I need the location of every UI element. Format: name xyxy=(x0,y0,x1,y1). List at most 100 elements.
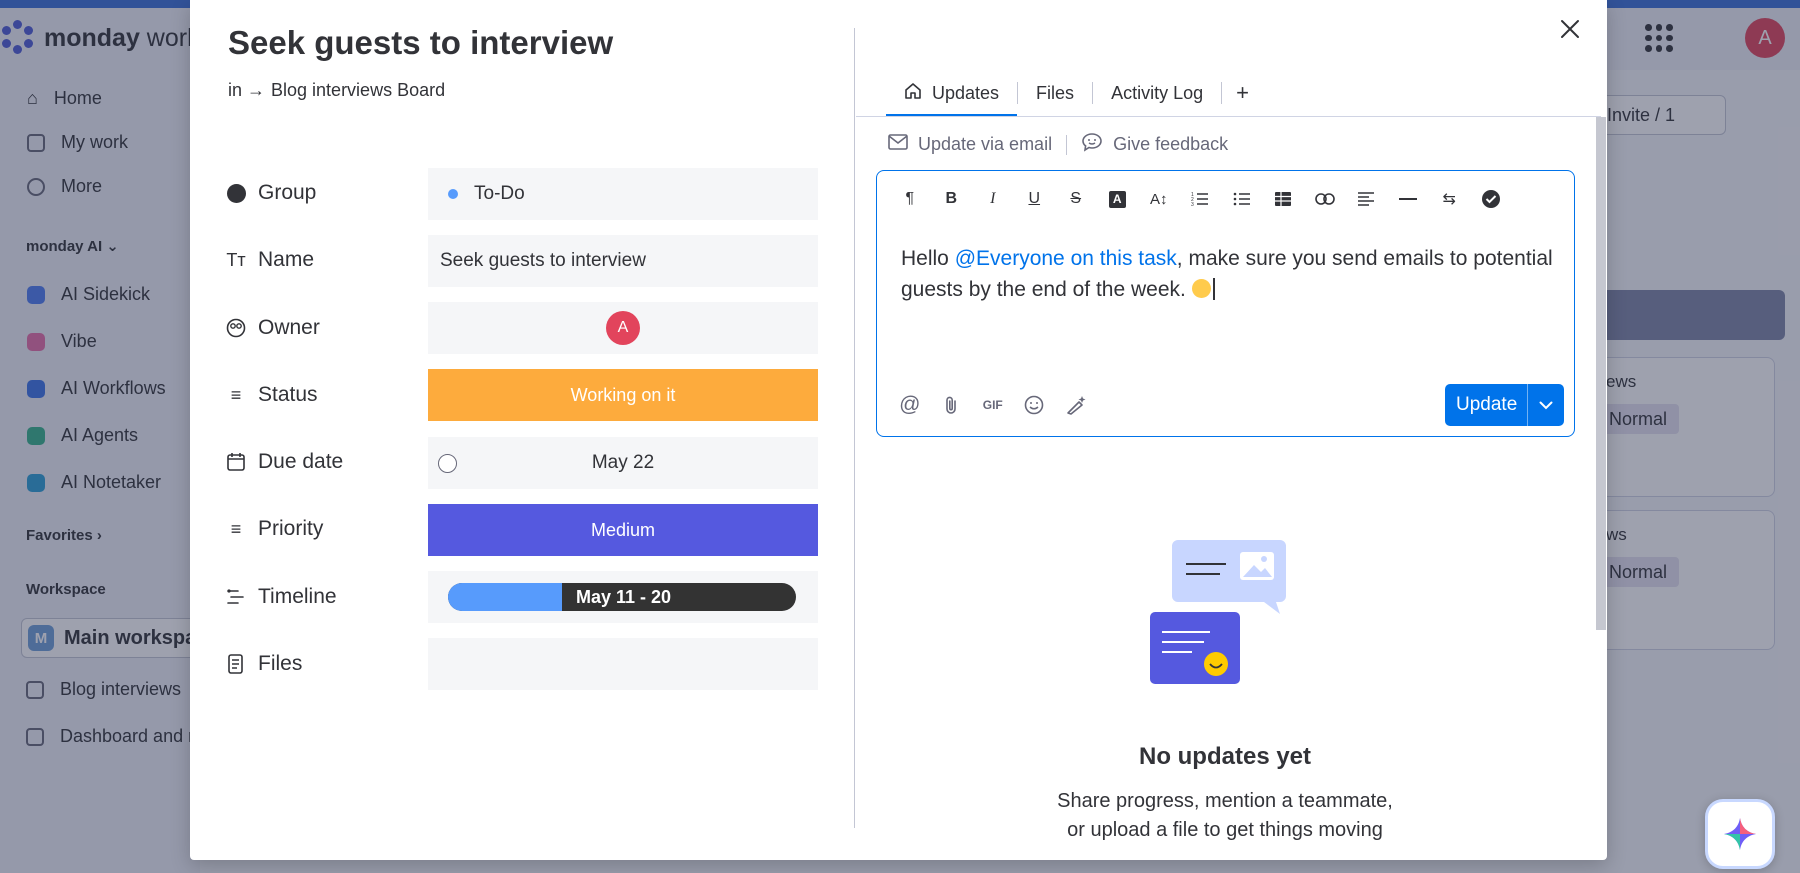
divider-icon[interactable] xyxy=(1387,185,1429,213)
tab-underline-border xyxy=(856,116,1601,117)
breadcrumb-prefix: in → xyxy=(228,80,266,100)
feedback-icon xyxy=(1081,132,1103,157)
ai-write-icon[interactable] xyxy=(1055,391,1097,419)
timeline-bar[interactable]: May 11 - 20 xyxy=(448,583,796,611)
field-label-group: Group xyxy=(226,181,316,205)
font-size-icon[interactable]: A↕ xyxy=(1138,185,1180,213)
mention-at-icon[interactable]: @ xyxy=(889,391,931,419)
mail-icon xyxy=(888,134,908,155)
add-tab-button[interactable]: + xyxy=(1222,70,1263,116)
align-icon[interactable] xyxy=(1346,185,1388,213)
empty-desc-line: or upload a file to get things moving xyxy=(1067,819,1383,841)
tab-label: Files xyxy=(1036,82,1075,103)
field-label-due-date: Due date xyxy=(226,450,343,474)
panel-scrollbar[interactable] xyxy=(1596,117,1606,630)
svg-text:3: 3 xyxy=(1191,202,1194,207)
editor-bottom-tools: @ GIF xyxy=(889,391,1097,419)
tab-label: Activity Log xyxy=(1111,82,1204,103)
text-icon: Tт xyxy=(226,249,246,270)
group-cell[interactable]: To-Do xyxy=(428,168,818,220)
empty-state-title: No updates yet xyxy=(1138,743,1312,770)
calendar-icon xyxy=(226,452,246,472)
name-cell[interactable]: Seek guests to interview xyxy=(428,235,818,287)
empty-state-icon xyxy=(1150,540,1286,684)
field-label-name: Tт Name xyxy=(226,248,315,271)
group-icon xyxy=(226,183,246,203)
editor-toolbar: ¶ B I U S A A↕ 123 ⇆ xyxy=(889,185,1512,213)
list-lines-icon: ≡ xyxy=(230,384,242,405)
file-icon xyxy=(226,654,246,674)
due-date-cell[interactable]: May 22 xyxy=(428,437,818,489)
text-color-icon[interactable]: A xyxy=(1097,185,1139,213)
close-button[interactable] xyxy=(1557,18,1583,44)
close-icon xyxy=(1561,20,1579,38)
text-direction-icon[interactable]: ⇆ xyxy=(1429,185,1471,213)
breadcrumb: in → Blog interviews Board xyxy=(228,80,445,101)
field-label-timeline: Timeline xyxy=(226,585,337,609)
editor-content[interactable]: Hello @Everyone on this task, make sure … xyxy=(901,243,1561,305)
tab-files[interactable]: Files xyxy=(1018,70,1092,116)
paragraph-icon[interactable]: ¶ xyxy=(889,185,931,213)
update-subactions: Update via email Give feedback xyxy=(888,132,1228,157)
group-value: To-Do xyxy=(474,183,525,204)
timeline-icon xyxy=(226,587,246,607)
files-cell[interactable] xyxy=(428,638,818,690)
panel-divider xyxy=(854,28,855,828)
table-icon[interactable] xyxy=(1263,185,1305,213)
strikethrough-icon[interactable]: S xyxy=(1055,185,1097,213)
field-label-priority: ≡ Priority xyxy=(226,517,324,541)
bullet-list-icon[interactable] xyxy=(1221,185,1263,213)
gif-icon[interactable]: GIF xyxy=(972,391,1014,419)
date-check-circle-icon[interactable] xyxy=(438,454,457,473)
field-label-files: Files xyxy=(226,652,302,676)
update-via-email-link[interactable]: Update via email xyxy=(888,134,1052,155)
owner-cell[interactable]: A xyxy=(428,302,818,354)
timeline-value: May 11 - 20 xyxy=(576,587,672,607)
attachment-icon[interactable] xyxy=(931,391,973,419)
text-caret xyxy=(1212,278,1215,300)
update-button-label: Update xyxy=(1456,394,1518,415)
tab-label: Updates xyxy=(932,82,1000,103)
underline-icon[interactable]: U xyxy=(1014,185,1056,213)
field-label-owner: Owner xyxy=(226,316,320,340)
give-feedback-link[interactable]: Give feedback xyxy=(1081,132,1228,157)
empty-state-description: Share progress, mention a teammate, or u… xyxy=(856,787,1594,845)
status-cell[interactable]: Working on it xyxy=(428,369,818,421)
sparkle-icon xyxy=(1724,818,1756,850)
update-editor[interactable]: ¶ B I U S A A↕ 123 ⇆ Hello @Everyone on … xyxy=(876,170,1575,437)
due-date-value: May 22 xyxy=(591,452,655,473)
checklist-icon[interactable] xyxy=(1470,185,1512,213)
list-lines-icon: ≡ xyxy=(230,518,242,539)
field-label-status: ≡ Status xyxy=(226,383,318,407)
bold-icon[interactable]: B xyxy=(931,185,973,213)
chevron-down-icon[interactable] xyxy=(1527,384,1564,426)
tab-activity-log[interactable]: Activity Log xyxy=(1093,70,1221,116)
timeline-progress-fill xyxy=(448,583,562,611)
home-icon xyxy=(904,82,922,105)
group-color-dot xyxy=(448,189,458,199)
numbered-list-icon[interactable]: 123 xyxy=(1180,185,1222,213)
empty-updates-illustration xyxy=(1148,538,1303,688)
ai-sidekick-fab[interactable] xyxy=(1705,799,1775,869)
priority-value: Medium xyxy=(590,519,656,540)
smile-emoji-icon xyxy=(1191,279,1211,298)
tab-updates[interactable]: Updates xyxy=(886,70,1018,116)
panel-tabs: Updates Files Activity Log + xyxy=(886,70,1263,116)
mention-tag[interactable]: @Everyone on this task xyxy=(955,247,1177,270)
item-title[interactable]: Seek guests to interview xyxy=(228,24,613,62)
separator xyxy=(1066,134,1068,155)
italic-icon[interactable]: I xyxy=(972,185,1014,213)
link-icon[interactable] xyxy=(1304,185,1346,213)
breadcrumb-board-link[interactable]: Blog interviews Board xyxy=(271,80,445,101)
people-icon xyxy=(226,318,246,338)
link-label: Update via email xyxy=(918,134,1053,154)
name-value: Seek guests to interview xyxy=(440,250,646,271)
link-label: Give feedback xyxy=(1113,134,1229,154)
status-value: Working on it xyxy=(570,384,676,405)
timeline-cell[interactable]: May 11 - 20 xyxy=(428,571,818,623)
emoji-icon[interactable] xyxy=(1014,391,1056,419)
priority-cell[interactable]: Medium xyxy=(428,504,818,556)
owner-avatar[interactable]: A xyxy=(606,311,640,345)
empty-desc-line: Share progress, mention a teammate, xyxy=(1057,790,1393,812)
update-submit-button[interactable]: Update xyxy=(1445,384,1564,426)
